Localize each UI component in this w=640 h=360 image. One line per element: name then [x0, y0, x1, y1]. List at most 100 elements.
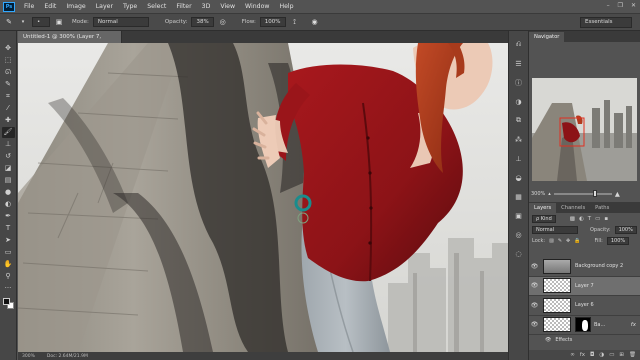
menu-3d[interactable]: 3D — [197, 3, 216, 10]
gradient-tool[interactable]: ▤ — [2, 175, 15, 186]
paths-icon[interactable]: ◌ — [513, 248, 525, 259]
zoom-out-icon[interactable]: ▴ — [548, 191, 551, 197]
type-filter-icon[interactable]: T — [588, 216, 591, 222]
pressure-opacity-icon[interactable]: ◎ — [218, 18, 228, 26]
blend-mode-select[interactable]: Normal — [532, 225, 578, 234]
link-layers-icon[interactable]: ∞ — [570, 352, 575, 358]
menu-image[interactable]: Image — [61, 3, 90, 10]
add-style-icon[interactable]: fx — [580, 352, 585, 358]
pen-tool[interactable]: ✒ — [2, 211, 15, 222]
clone-stamp-tool[interactable]: ⊥ — [2, 139, 15, 150]
eye-icon[interactable]: 👁 — [545, 337, 551, 343]
properties-icon[interactable]: ☰ — [513, 58, 525, 69]
visibility-eye-icon[interactable]: 👁 — [529, 263, 540, 270]
zoom-in-icon[interactable]: ▲ — [615, 190, 620, 198]
pressure-size-icon[interactable]: ◉ — [310, 18, 320, 26]
menu-file[interactable]: File — [19, 3, 39, 10]
close-button[interactable]: ✕ — [631, 2, 636, 9]
layer-name[interactable]: Layer 6 — [575, 302, 594, 308]
new-layer-icon[interactable]: ⊞ — [619, 352, 624, 358]
layer-name[interactable]: Layer 7 — [575, 283, 594, 289]
lasso-tool[interactable]: ᘏ — [2, 67, 15, 78]
menu-edit[interactable]: Edit — [39, 3, 61, 10]
hand-tool[interactable]: ✋ — [2, 259, 15, 270]
layer-opacity-field[interactable]: 100% — [614, 225, 637, 234]
chevron-down-icon[interactable]: ▾ — [18, 19, 28, 25]
adjustments-icon[interactable]: ◑ — [513, 96, 525, 107]
effects-row[interactable]: 👁 Effects — [529, 335, 640, 345]
menu-filter[interactable]: Filter — [171, 3, 196, 10]
fx-badge[interactable]: fx — [631, 322, 636, 328]
healing-tool[interactable]: ✚ — [2, 115, 15, 126]
zoom-tool[interactable]: ⚲ — [2, 271, 15, 282]
brush-tool[interactable]: 🖌 — [1, 127, 15, 138]
visibility-eye-icon[interactable]: 👁 — [529, 321, 540, 328]
libraries-icon[interactable]: ▣ — [513, 210, 525, 221]
lock-transparency-icon[interactable]: ▨ — [549, 238, 554, 244]
layer-mask-thumbnail[interactable] — [575, 317, 591, 333]
new-adjustment-icon[interactable]: ◑ — [599, 352, 604, 358]
menu-layer[interactable]: Layer — [91, 3, 118, 10]
color-swatches[interactable] — [2, 297, 15, 310]
crop-tool[interactable]: ⌗ — [2, 91, 15, 102]
dodge-tool[interactable]: ◐ — [2, 199, 15, 210]
lock-position-icon[interactable]: ✥ — [566, 238, 570, 244]
brush-panel-toggle-icon[interactable]: ▣ — [54, 18, 64, 26]
zoom-level[interactable]: 300% — [22, 354, 35, 359]
info-icon[interactable]: ⓘ — [513, 77, 525, 88]
menu-view[interactable]: View — [215, 3, 240, 10]
path-select-tool[interactable]: ➤ — [2, 235, 15, 246]
navigator-zoom-knob[interactable] — [592, 190, 597, 197]
lock-all-icon[interactable]: 🔒 — [574, 238, 580, 244]
pixel-filter-icon[interactable]: ▩ — [570, 216, 575, 222]
maximize-button[interactable]: ❐ — [618, 2, 623, 9]
delete-layer-icon[interactable]: 🗑 — [629, 352, 636, 358]
visibility-eye-icon[interactable]: 👁 — [529, 282, 540, 289]
workspace-select[interactable]: Essentials — [580, 17, 632, 28]
layer-row-background-copy-2[interactable]: 👁 Background copy 2 — [529, 257, 640, 277]
brush-size-picker[interactable]: • — [32, 17, 50, 27]
eraser-tool[interactable]: ◪ — [2, 163, 15, 174]
blur-tool[interactable]: ● — [2, 187, 15, 198]
history-icon[interactable]: ⎌ — [513, 39, 525, 50]
tab-navigator[interactable]: Navigator — [529, 32, 565, 42]
tab-paths[interactable]: Paths — [590, 203, 614, 213]
add-mask-icon[interactable]: ◘ — [590, 352, 594, 358]
visibility-eye-icon[interactable]: 👁 — [529, 302, 540, 309]
layer-row-layer-6[interactable]: 👁 Layer 6 — [529, 296, 640, 316]
layer-kind-filter[interactable]: ρ Kind — [532, 214, 556, 223]
navigator-zoom-value[interactable]: 300% — [531, 191, 545, 197]
marquee-tool[interactable]: ⬚ — [2, 55, 15, 66]
document-tab[interactable]: Untitled-1 @ 300% (Layer 7, RGB/8) * × — [18, 31, 122, 52]
lock-pixels-icon[interactable]: ✎ — [558, 238, 562, 244]
brush-preset-icon[interactable]: ✎ — [4, 18, 14, 26]
menu-window[interactable]: Window — [240, 3, 274, 10]
quick-select-tool[interactable]: ✎ — [2, 79, 15, 90]
type-tool[interactable]: T — [2, 223, 15, 234]
layer-row-ba[interactable]: 👁 Ba... fx — [529, 316, 640, 335]
shape-tool[interactable]: ▭ — [2, 247, 15, 258]
menu-type[interactable]: Type — [118, 3, 142, 10]
eyedropper-tool[interactable]: ⁄ — [2, 103, 15, 114]
brush-settings-icon[interactable]: ⁂ — [513, 134, 525, 145]
menu-select[interactable]: Select — [142, 3, 171, 10]
layer-row-layer-7[interactable]: 👁 Layer 7 — [529, 276, 640, 296]
layer-name[interactable]: Ba... — [594, 322, 605, 328]
tab-channels[interactable]: Channels — [556, 203, 590, 213]
mode-select[interactable]: Normal — [92, 17, 149, 27]
airbrush-icon[interactable]: ⟟ — [290, 18, 300, 27]
tab-layers[interactable]: Layers — [529, 203, 557, 213]
styles-icon[interactable]: ⧉ — [513, 115, 525, 126]
channels-icon[interactable]: ◎ — [513, 229, 525, 240]
smart-filter-icon[interactable]: ▪ — [604, 216, 608, 222]
shape-filter-icon[interactable]: ▭ — [595, 216, 600, 222]
clone-source-icon[interactable]: ⊥ — [513, 153, 525, 164]
layer-name[interactable]: Background copy 2 — [575, 263, 623, 269]
fill-field[interactable]: 100% — [606, 236, 630, 245]
menu-help[interactable]: Help — [274, 3, 298, 10]
new-group-icon[interactable]: ▭ — [609, 352, 614, 358]
more-tools-button[interactable]: ··· — [2, 283, 15, 294]
minimize-button[interactable]: – — [607, 2, 610, 9]
history-brush-tool[interactable]: ↺ — [2, 151, 15, 162]
move-tool[interactable]: ✥ — [2, 43, 15, 54]
